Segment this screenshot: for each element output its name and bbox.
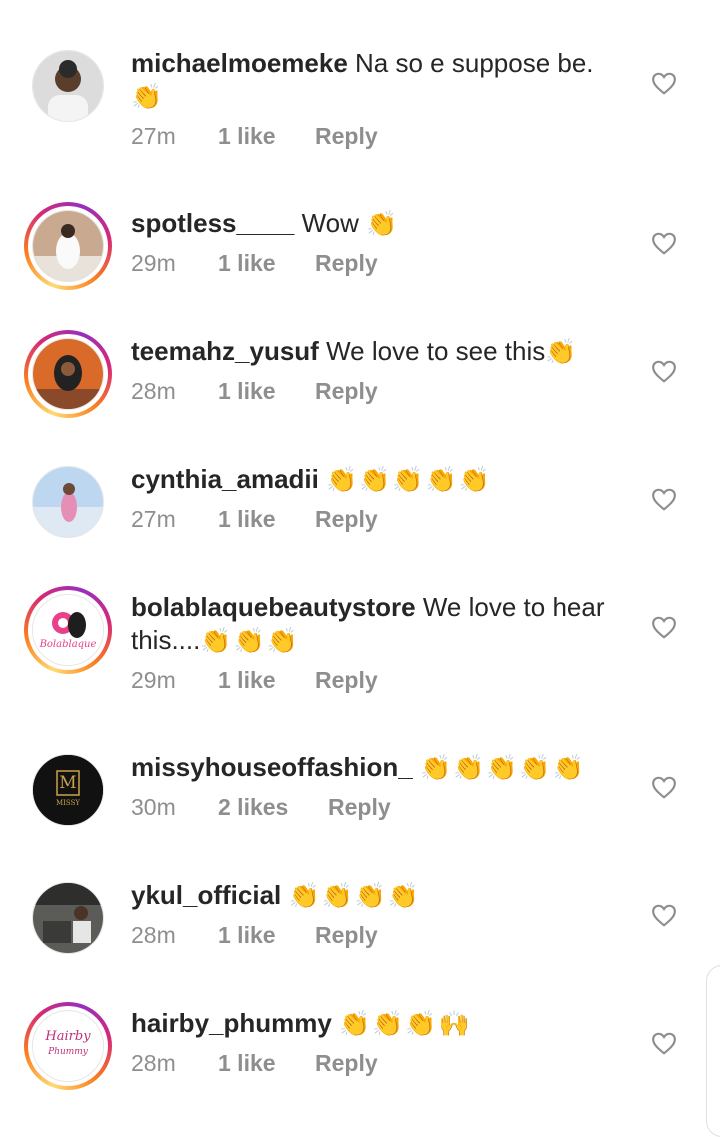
comment-likes[interactable]: 1 like <box>218 123 315 150</box>
avatar-logo-text: Bolablaque <box>39 639 97 650</box>
comment-likes[interactable]: 1 like <box>218 378 315 405</box>
reply-button[interactable]: Reply <box>315 667 378 694</box>
avatar-image <box>32 466 104 538</box>
reply-button[interactable]: Reply <box>328 794 391 821</box>
comment-likes[interactable]: 2 likes <box>218 794 328 821</box>
avatar-image <box>32 882 104 954</box>
heart-icon[interactable] <box>651 487 677 511</box>
avatar-story-ring[interactable]: Hairby Phummy <box>24 1002 112 1090</box>
comment-likes[interactable]: 1 like <box>218 667 315 694</box>
comment-time: 28m <box>131 922 176 948</box>
clap-emoji: 👏 <box>131 82 165 111</box>
comment-text: Na so e suppose be. <box>355 48 594 78</box>
comment-time: 27m <box>131 123 176 149</box>
edge-panel-handle[interactable] <box>706 965 720 1137</box>
reply-button[interactable]: Reply <box>315 378 378 405</box>
heart-icon[interactable] <box>651 1031 677 1055</box>
clap-emoji: 👏👏👏👏👏 <box>419 753 586 782</box>
avatar[interactable]: M MISSY <box>24 746 112 834</box>
comment-time: 29m <box>131 667 176 693</box>
heart-icon[interactable] <box>651 903 677 927</box>
comment-likes[interactable]: 1 like <box>218 250 315 277</box>
avatar-logo-subtext: Phummy <box>48 1047 88 1057</box>
avatar-story-ring[interactable] <box>24 330 112 418</box>
comment-username[interactable]: michaelmoemeke <box>131 48 348 78</box>
comment-likes[interactable]: 1 like <box>218 1050 315 1077</box>
avatar[interactable] <box>24 458 112 546</box>
avatar-logo-text: M <box>59 773 77 793</box>
heart-icon[interactable] <box>651 231 677 255</box>
reply-button[interactable]: Reply <box>315 506 378 533</box>
comment-username[interactable]: hairby_phummy <box>131 1008 332 1038</box>
comment-username[interactable]: bolablaquebeautystore <box>131 592 416 622</box>
avatar[interactable] <box>24 42 112 130</box>
clap-emoji: 👏👏👏 <box>200 626 300 655</box>
comment-username[interactable]: missyhouseoffashion_ <box>131 752 413 782</box>
comment-time: 29m <box>131 250 176 276</box>
avatar-image <box>32 210 104 282</box>
avatar-image <box>32 50 104 122</box>
clap-emoji: 👏 <box>545 337 579 366</box>
avatar-story-ring[interactable] <box>24 202 112 290</box>
comment-username[interactable]: cynthia_amadii <box>131 464 319 494</box>
comment-likes[interactable]: 1 like <box>218 922 315 949</box>
heart-icon[interactable] <box>651 775 677 799</box>
reply-button[interactable]: Reply <box>315 922 378 949</box>
avatar-story-ring[interactable]: Bolablaque <box>24 586 112 674</box>
clap-emoji: 👏👏👏👏 <box>288 881 422 910</box>
heart-icon[interactable] <box>651 615 677 639</box>
heart-icon[interactable] <box>651 71 677 95</box>
comment-text: Wow <box>301 208 359 238</box>
clap-emoji: 👏👏👏👏👏 <box>326 465 492 494</box>
comment-username[interactable]: ykul_official <box>131 880 281 910</box>
reply-button[interactable]: Reply <box>315 250 378 277</box>
heart-icon[interactable] <box>651 359 677 383</box>
comment-time: 27m <box>131 506 176 532</box>
clap-emoji: 👏👏👏🙌 <box>339 1009 472 1038</box>
avatar-image <box>32 338 104 410</box>
avatar-logo-subtext: MISSY <box>55 799 81 807</box>
avatar[interactable] <box>24 874 112 962</box>
reply-button[interactable]: Reply <box>315 1050 378 1077</box>
comment-time: 28m <box>131 378 176 404</box>
reply-button[interactable]: Reply <box>315 123 378 150</box>
avatar-image: Bolablaque <box>32 594 104 666</box>
comment-time: 30m <box>131 794 176 820</box>
comment-username[interactable]: teemahz_yusuf <box>131 336 319 366</box>
comment-username[interactable]: spotless____ <box>131 208 294 238</box>
comment-time: 28m <box>131 1050 176 1076</box>
comment-text: We love to hear <box>422 592 605 622</box>
comment-text-continued: this.... <box>131 625 201 655</box>
comment-likes[interactable]: 1 like <box>218 506 315 533</box>
avatar-logo-text: Hairby <box>45 1029 91 1044</box>
clap-emoji: 👏 <box>366 209 400 238</box>
avatar-image: Hairby Phummy <box>32 1010 104 1082</box>
comment-text: We love to see this <box>326 336 546 366</box>
avatar-image: M MISSY <box>32 754 104 826</box>
